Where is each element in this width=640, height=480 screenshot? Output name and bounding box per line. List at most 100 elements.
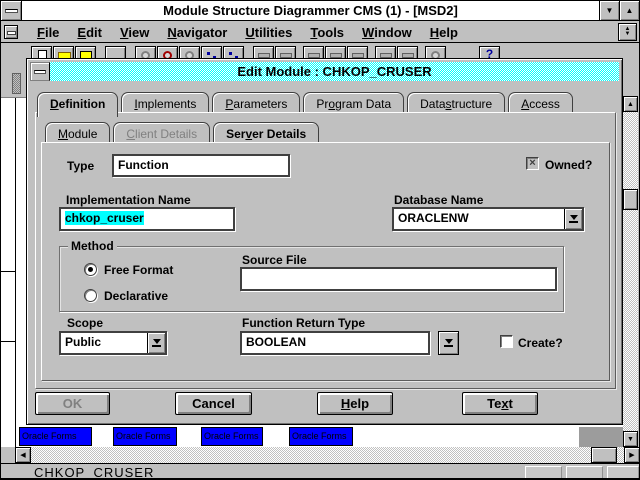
combo-arrow-bar	[444, 345, 453, 347]
scroll-left-button[interactable]: ◀	[15, 447, 31, 463]
ok-button[interactable]: OK	[35, 392, 110, 415]
scope-value: Public	[61, 333, 147, 353]
mdi-restore-button[interactable]: ▲ ▼	[618, 23, 637, 41]
scroll-up-button[interactable]: ▲	[623, 96, 638, 112]
dialog-system-menu-icon	[34, 70, 46, 74]
scope-dropdown-button[interactable]	[147, 333, 165, 353]
mdi-child-system-button[interactable]	[4, 25, 18, 39]
combo-arrow-icon	[570, 215, 578, 220]
palette-header	[1, 64, 26, 98]
definition-subtabs: Module Client Details Server Details	[45, 120, 322, 144]
function-return-type-input[interactable]: BOOLEAN	[240, 331, 430, 355]
scope-combobox[interactable]: Public	[59, 331, 167, 355]
vertical-scrollbar-track[interactable]	[623, 112, 638, 431]
dialog-title: Edit Module : CHKOP_CRUSER	[50, 62, 619, 81]
source-file-label: Source File	[242, 253, 307, 267]
scroll-right-button[interactable]: ▶	[624, 447, 640, 463]
cancel-button[interactable]: Cancel	[175, 392, 252, 415]
diagram-node-label: Oracle Forms	[116, 431, 171, 441]
application-window: Module Structure Diagrammer CMS (1) - [M…	[0, 0, 640, 480]
status-cell	[566, 466, 603, 479]
tab-definition[interactable]: Definition	[37, 92, 118, 117]
source-file-input[interactable]	[240, 267, 557, 291]
implementation-name-label: Implementation Name	[66, 193, 191, 207]
database-name-value: ORACLENW	[394, 209, 564, 229]
horizontal-scrollbar[interactable]: ◀ ▶	[1, 447, 640, 463]
scroll-left-icon: ◀	[20, 451, 25, 459]
menu-utilities[interactable]: Utilities	[236, 25, 301, 40]
window-titlebar: Module Structure Diagrammer CMS (1) - [M…	[1, 1, 639, 21]
palette-divider	[1, 271, 16, 272]
tab-implements[interactable]: Implements	[121, 92, 209, 114]
tab-access[interactable]: Access	[508, 92, 573, 114]
free-format-radio[interactable]	[84, 263, 97, 276]
database-name-label: Database Name	[394, 193, 483, 207]
scrollbar-filler	[623, 64, 638, 96]
status-cell	[525, 466, 562, 479]
database-name-dropdown-button[interactable]	[564, 209, 582, 229]
tab-datastructure[interactable]: Datastructure	[407, 92, 505, 114]
tool-palette[interactable]	[1, 64, 16, 447]
help-button[interactable]: Help	[317, 392, 393, 415]
server-details-page: Type Function × Owned? Implementation Na…	[41, 142, 610, 381]
declarative-radio[interactable]	[84, 289, 97, 302]
subtab-module[interactable]: Module	[45, 122, 110, 144]
horizontal-scrollbar-thumb[interactable]	[591, 447, 617, 463]
scope-label: Scope	[67, 316, 103, 330]
menu-navigator[interactable]: Navigator	[158, 25, 236, 40]
system-menu-button[interactable]	[1, 1, 22, 20]
edit-module-dialog: Edit Module : CHKOP_CRUSER Definition Im…	[26, 58, 623, 425]
scroll-down-button[interactable]: ▼	[623, 431, 638, 447]
declarative-label: Declarative	[104, 289, 168, 303]
palette-selected-tool[interactable]	[12, 73, 21, 94]
menu-view[interactable]: View	[111, 25, 158, 40]
function-return-type-label: Function Return Type	[242, 316, 365, 330]
definition-page: Module Client Details Server Details Typ…	[35, 112, 616, 389]
palette-divider	[1, 341, 16, 342]
diagram-node-label: Oracle Forms	[292, 431, 347, 441]
diagram-node[interactable]: Oracle Forms	[113, 427, 177, 446]
scroll-down-icon: ▼	[627, 436, 634, 443]
menu-edit[interactable]: Edit	[68, 25, 111, 40]
menu-tools[interactable]: Tools	[301, 25, 353, 40]
text-button[interactable]: Text	[462, 392, 538, 415]
dialog-system-menu-button[interactable]	[30, 62, 50, 81]
scroll-right-icon: ▶	[629, 451, 634, 459]
maximize-icon: ▲	[626, 6, 634, 15]
create-checkbox[interactable]	[500, 335, 513, 348]
combo-arrow-icon	[153, 339, 161, 344]
database-name-combobox[interactable]: ORACLENW	[392, 207, 584, 231]
tab-parameters[interactable]: Parameters	[212, 92, 300, 114]
vertical-scrollbar-thumb[interactable]	[623, 189, 638, 210]
diagram-node[interactable]: Oracle Forms	[201, 427, 263, 446]
method-group-label: Method	[68, 239, 117, 253]
implementation-name-input[interactable]: chkop_cruser	[59, 207, 235, 231]
status-cell	[607, 466, 639, 479]
owned-checkbox[interactable]: ×	[526, 157, 539, 170]
restore-down-icon: ▼	[625, 32, 631, 37]
combo-arrow-bar	[152, 345, 161, 347]
menubar: File Edit View Navigator Utilities Tools…	[1, 22, 639, 43]
horizontal-scrollbar-track[interactable]	[15, 447, 640, 463]
menu-file[interactable]: File	[28, 25, 68, 40]
status-text: CHKOP_CRUSER	[34, 465, 154, 480]
system-menu-icon	[5, 9, 18, 13]
type-input[interactable]: Function	[112, 154, 290, 177]
menu-window[interactable]: Window	[353, 25, 421, 40]
window-title: Module Structure Diagrammer CMS (1) - [M…	[22, 1, 599, 20]
tab-program-data[interactable]: Program Data	[303, 92, 404, 114]
vertical-scrollbar[interactable]: ▲ ▼	[623, 64, 638, 447]
function-return-type-dropdown-button[interactable]	[438, 331, 459, 355]
menu-help[interactable]: Help	[421, 25, 467, 40]
owned-label: Owned?	[545, 158, 592, 172]
dialog-tabs: Definition Implements Parameters Program…	[37, 90, 576, 114]
diagram-node[interactable]: Oracle Forms	[289, 427, 353, 446]
free-format-label: Free Format	[104, 263, 173, 277]
minimize-button[interactable]: ▼	[599, 1, 619, 20]
canvas-gray-area	[579, 427, 625, 447]
scrollbar-filler	[1, 447, 15, 463]
type-label: Type	[67, 159, 94, 173]
maximize-button[interactable]: ▲	[619, 1, 639, 20]
subtab-client-details[interactable]: Client Details	[113, 122, 210, 144]
diagram-node[interactable]: Oracle Forms	[19, 427, 92, 446]
